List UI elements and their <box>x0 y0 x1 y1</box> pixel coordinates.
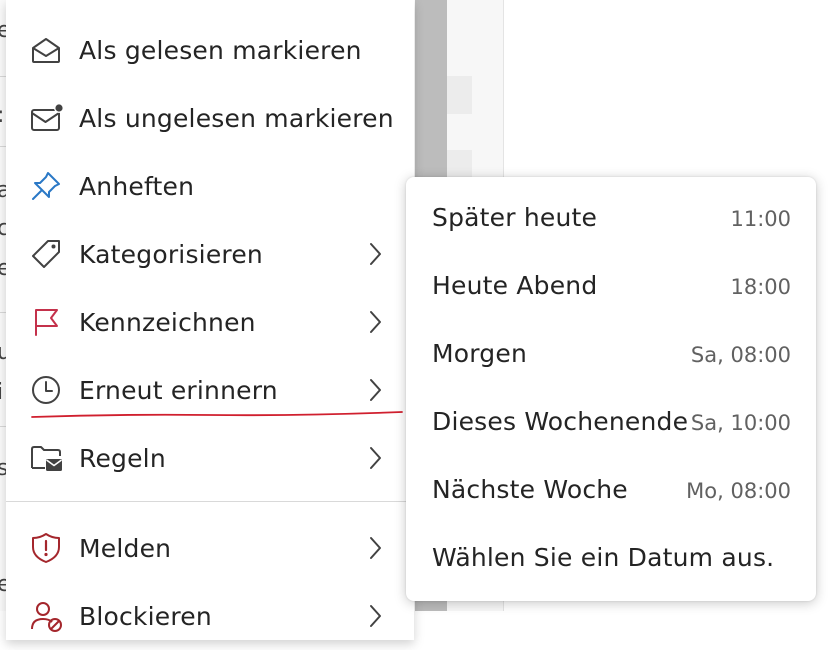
menu-item-rules[interactable]: Regeln <box>6 424 414 492</box>
snooze-option-label: Später heute <box>432 203 598 232</box>
snooze-submenu: Später heute 11:00 Heute Abend 18:00 Mor… <box>406 177 816 601</box>
folder-mail-icon <box>31 446 62 471</box>
menu-item-label: Anheften <box>79 171 195 201</box>
shield-alert-icon <box>32 533 60 563</box>
chevron-right-icon <box>370 537 381 559</box>
menu-item-block[interactable]: Blockieren <box>6 582 414 650</box>
snooze-option-label: Wählen Sie ein Datum aus. <box>432 543 775 572</box>
background-pane-mark <box>447 76 472 114</box>
snooze-option-tomorrow[interactable]: Morgen Sa, 08:00 <box>406 321 816 389</box>
snooze-option-next-week[interactable]: Nächste Woche Mo, 08:00 <box>406 457 816 525</box>
envelope-unread-icon <box>31 103 63 131</box>
snooze-option-time: 18:00 <box>730 275 791 299</box>
menu-item-pin[interactable]: Anheften <box>6 152 414 220</box>
menu-item-label: Als ungelesen markieren <box>79 103 394 133</box>
menu-item-mark-read[interactable]: Als gelesen markieren <box>6 16 414 84</box>
chevron-right-icon <box>370 311 381 333</box>
snooze-option-time: Mo, 08:00 <box>686 479 791 503</box>
snooze-option-label: Morgen <box>432 339 527 368</box>
chevron-right-icon <box>370 605 381 627</box>
flag-icon <box>35 309 58 336</box>
snooze-option-time: Sa, 10:00 <box>690 411 791 435</box>
tag-icon <box>32 240 60 268</box>
envelope-open-icon <box>32 38 60 63</box>
chevron-right-icon <box>370 243 381 265</box>
person-block-icon <box>31 602 62 632</box>
snooze-option-choose-date[interactable]: Wählen Sie ein Datum aus. <box>406 525 816 593</box>
snooze-option-this-weekend[interactable]: Dieses Wochenende Sa, 10:00 <box>406 389 816 457</box>
menu-item-label: Als gelesen markieren <box>79 35 362 65</box>
snooze-option-time: 11:00 <box>730 207 791 231</box>
menu-item-report[interactable]: Melden <box>6 514 414 582</box>
menu-item-label: Melden <box>79 533 172 563</box>
handwritten-underline <box>31 411 403 418</box>
snooze-option-later-today[interactable]: Später heute 11:00 <box>406 185 816 253</box>
menu-item-label: Erneut erinnern <box>79 375 278 405</box>
menu-item-label: Kategorisieren <box>79 239 263 269</box>
snooze-option-label: Heute Abend <box>432 271 598 300</box>
snooze-option-time: Sa, 08:00 <box>690 343 791 367</box>
pin-icon <box>32 172 60 200</box>
snooze-option-label: Nächste Woche <box>432 475 628 504</box>
menu-item-categorize[interactable]: Kategorisieren <box>6 220 414 288</box>
chevron-right-icon <box>370 379 381 401</box>
menu-item-label: Blockieren <box>79 601 212 631</box>
snooze-option-this-evening[interactable]: Heute Abend 18:00 <box>406 253 816 321</box>
context-menu: Als gelesen markieren Als ungelesen mark… <box>6 0 414 640</box>
menu-item-flag[interactable]: Kennzeichnen <box>6 288 414 356</box>
menu-divider <box>6 501 414 502</box>
menu-item-label: Kennzeichnen <box>79 307 256 337</box>
chevron-right-icon <box>370 447 381 469</box>
menu-item-label: Regeln <box>79 443 166 473</box>
clock-icon <box>32 376 60 404</box>
menu-item-mark-unread[interactable]: Als ungelesen markieren <box>6 84 414 152</box>
snooze-option-label: Dieses Wochenende <box>432 407 689 436</box>
